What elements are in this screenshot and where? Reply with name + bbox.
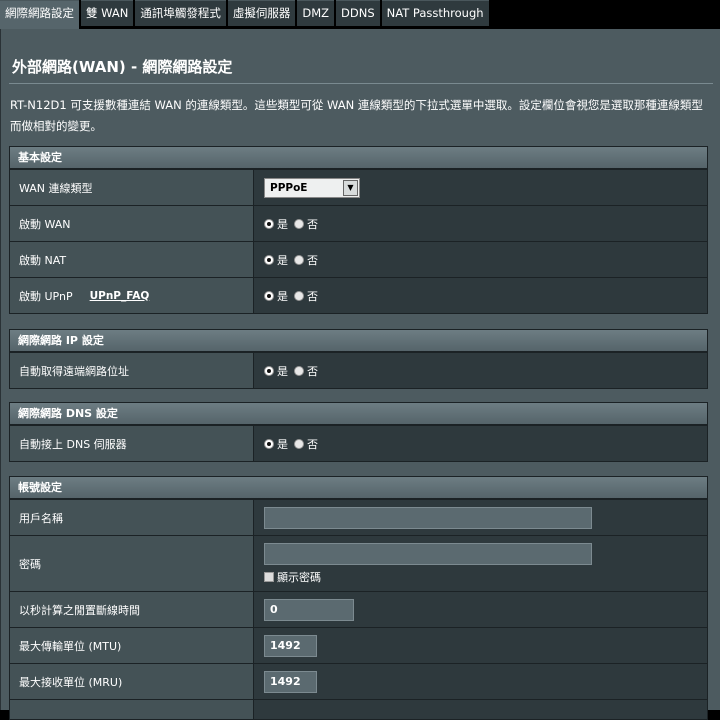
- radio-no-label: 否: [307, 289, 318, 303]
- radio-no-label: 否: [307, 253, 318, 267]
- tab-dual-wan[interactable]: 雙 WAN: [81, 0, 134, 26]
- idle-timeout-input[interactable]: 0: [264, 598, 354, 621]
- auto-dns-no-radio[interactable]: [294, 438, 304, 449]
- password-row: 密碼 顯示密碼: [10, 535, 707, 591]
- upnp-faq-link[interactable]: UPnP_FAQ: [90, 290, 150, 302]
- tab-internet-settings[interactable]: 網際網路設定: [0, 0, 79, 29]
- title-divider: [9, 83, 713, 84]
- section-header: 網際網路 DNS 設定: [10, 403, 707, 425]
- content-panel: 外部網路(WAN) - 網際網路設定 RT-N12D1 可支援數種連結 WAN …: [0, 29, 720, 720]
- mtu-label: 最大傳輸單位 (MTU): [10, 628, 254, 663]
- enable-wan-row: 啟動 WAN 是 否: [10, 205, 707, 241]
- show-password-label: 顯示密碼: [277, 570, 321, 584]
- password-label: 密碼: [10, 536, 254, 591]
- enable-nat-label: 啟動 NAT: [10, 242, 254, 277]
- wan-type-value: PPPoE: [270, 181, 308, 194]
- enable-upnp-yes-radio[interactable]: [264, 290, 274, 301]
- enable-wan-yes-radio[interactable]: [264, 218, 274, 229]
- radio-yes-label: 是: [277, 364, 288, 378]
- tab-bar: 網際網路設定 雙 WAN 通訊埠觸發程式 虛擬伺服器 DMZ DDNS NAT …: [0, 0, 720, 29]
- dns-settings-section: 網際網路 DNS 設定 自動接上 DNS 伺服器 是 否: [9, 402, 708, 462]
- auto-dns-row: 自動接上 DNS 伺服器 是 否: [10, 425, 707, 461]
- enable-nat-no-radio[interactable]: [294, 254, 304, 265]
- enable-upnp-no-radio[interactable]: [294, 290, 304, 301]
- enable-nat-row: 啟動 NAT 是 否: [10, 241, 707, 277]
- enable-nat-yes-radio[interactable]: [264, 254, 274, 265]
- wan-type-row: WAN 連線類型 PPPoE ▼: [10, 169, 707, 205]
- username-input[interactable]: [264, 506, 592, 529]
- enable-upnp-label: 啟動 UPnP: [19, 289, 73, 303]
- basic-settings-section: 基本設定 WAN 連線類型 PPPoE ▼ 啟動 WAN 是 否 啟動 NAT …: [9, 146, 708, 314]
- page-description: RT-N12D1 可支援數種連結 WAN 的連線類型。這些類型可從 WAN 連線…: [10, 98, 703, 133]
- idle-timeout-row: 以秒計算之閒置斷線時間 0: [10, 591, 707, 627]
- radio-no-label: 否: [307, 364, 318, 378]
- tab-dmz[interactable]: DMZ: [297, 0, 335, 26]
- mtu-input[interactable]: 1492: [264, 634, 317, 657]
- radio-yes-label: 是: [277, 253, 288, 267]
- password-input[interactable]: [264, 542, 592, 565]
- mtu-row: 最大傳輸單位 (MTU) 1492: [10, 627, 707, 663]
- auto-dns-yes-radio[interactable]: [264, 438, 274, 449]
- dropdown-arrow-icon[interactable]: ▼: [343, 179, 358, 196]
- section-header: 帳號設定: [10, 477, 707, 499]
- auto-ip-label: 自動取得遠端網路位址: [10, 353, 254, 388]
- enable-upnp-row: 啟動 UPnP UPnP_FAQ 是 否: [10, 277, 707, 313]
- tab-virtual-server[interactable]: 虛擬伺服器: [227, 0, 296, 26]
- wan-type-select[interactable]: PPPoE ▼: [264, 177, 360, 198]
- enable-upnp-cell: 啟動 UPnP UPnP_FAQ: [10, 278, 254, 313]
- mru-label: 最大接收單位 (MRU): [10, 664, 254, 699]
- wan-type-label: WAN 連線類型: [10, 170, 254, 205]
- auto-ip-row: 自動取得遠端網路位址 是 否: [10, 352, 707, 388]
- radio-no-label: 否: [307, 217, 318, 231]
- account-settings-section: 帳號設定 用戶名稱 密碼 顯示密碼 以秒計算之閒置斷線時間 0 最大傳輸單位 (…: [9, 476, 708, 720]
- mru-row: 最大接收單位 (MRU) 1492: [10, 663, 707, 699]
- mru-input[interactable]: 1492: [264, 670, 317, 693]
- radio-no-label: 否: [307, 437, 318, 451]
- username-row: 用戶名稱: [10, 499, 707, 535]
- radio-yes-label: 是: [277, 289, 288, 303]
- auto-ip-no-radio[interactable]: [294, 365, 304, 376]
- enable-wan-label: 啟動 WAN: [10, 206, 254, 241]
- auto-dns-label: 自動接上 DNS 伺服器: [10, 426, 254, 461]
- section-header: 網際網路 IP 設定: [10, 330, 707, 352]
- idle-timeout-label: 以秒計算之閒置斷線時間: [10, 592, 254, 627]
- tab-port-trigger[interactable]: 通訊埠觸發程式: [135, 0, 226, 26]
- next-row-partial: [10, 699, 707, 719]
- auto-ip-yes-radio[interactable]: [264, 365, 274, 376]
- ip-settings-section: 網際網路 IP 設定 自動取得遠端網路位址 是 否: [9, 329, 708, 389]
- radio-yes-label: 是: [277, 437, 288, 451]
- enable-wan-no-radio[interactable]: [294, 218, 304, 229]
- section-header: 基本設定: [10, 147, 707, 169]
- username-label: 用戶名稱: [10, 500, 254, 535]
- tab-ddns[interactable]: DDNS: [336, 0, 380, 26]
- show-password-checkbox[interactable]: [264, 571, 274, 582]
- radio-yes-label: 是: [277, 217, 288, 231]
- page-title: 外部網路(WAN) - 網際網路設定: [12, 58, 233, 76]
- tab-nat-passthrough[interactable]: NAT Passthrough: [381, 0, 489, 26]
